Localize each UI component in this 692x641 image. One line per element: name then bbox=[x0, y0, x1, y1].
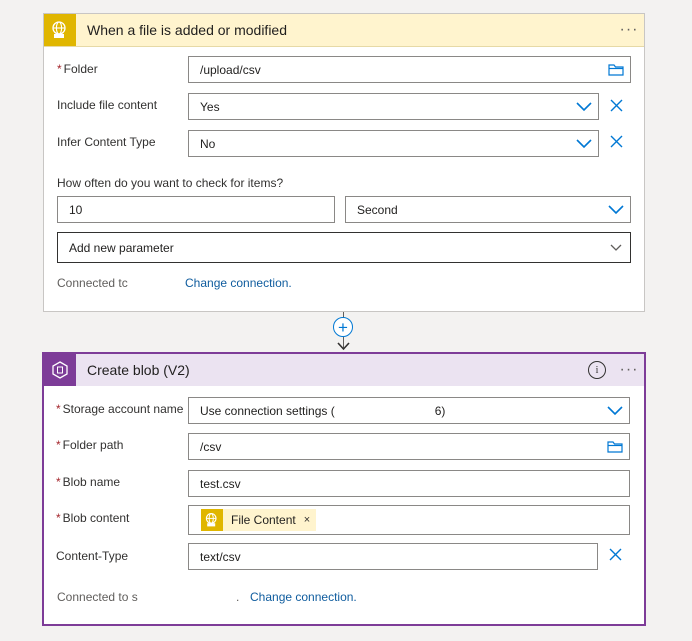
content-type-label: Content-Type bbox=[56, 549, 129, 563]
info-icon[interactable]: i bbox=[588, 361, 606, 379]
include-content-select[interactable]: Yes bbox=[188, 93, 599, 120]
chevron-down-icon bbox=[602, 204, 630, 215]
connected-label: Connected to s bbox=[57, 590, 138, 604]
change-connection-link[interactable]: Change connection. bbox=[185, 276, 292, 290]
blob-name-input[interactable]: test.csv bbox=[188, 470, 630, 497]
file-content-token[interactable]: File Content × bbox=[201, 509, 317, 531]
chevron-down-icon bbox=[602, 244, 630, 252]
include-content-label: Include file content bbox=[57, 98, 158, 112]
add-parameter-dropdown[interactable]: Add new parameter bbox=[57, 232, 631, 263]
close-icon[interactable] bbox=[607, 546, 623, 562]
trigger-card: When a file is added or modified ··· * Fo… bbox=[43, 13, 645, 312]
storage-account-label: * Storage account name bbox=[56, 402, 184, 416]
action-header[interactable]: Create blob (V2) i ··· bbox=[44, 354, 644, 386]
infer-type-label: Infer Content Type bbox=[57, 135, 156, 149]
folder-field[interactable]: /upload/csv bbox=[188, 56, 631, 83]
folder-path-label: * Folder path bbox=[56, 438, 124, 452]
blob-content-field[interactable]: File Content × bbox=[188, 505, 630, 535]
folder-icon[interactable] bbox=[601, 440, 629, 453]
check-frequency-question: How often do you want to check for items… bbox=[57, 176, 284, 190]
infer-type-select[interactable]: No bbox=[188, 130, 599, 157]
close-icon[interactable] bbox=[608, 97, 624, 113]
frequency-select[interactable]: Second bbox=[345, 196, 631, 223]
token-label: File Content bbox=[231, 513, 296, 527]
connection-name-fragment: . bbox=[236, 590, 240, 604]
interval-input[interactable]: 10 bbox=[57, 196, 335, 223]
add-step-button[interactable]: + bbox=[333, 317, 353, 337]
more-icon[interactable]: ··· bbox=[614, 361, 644, 379]
more-icon[interactable]: ··· bbox=[614, 21, 644, 39]
arrow-down-icon bbox=[337, 342, 350, 351]
close-icon[interactable] bbox=[608, 133, 624, 149]
chevron-down-icon bbox=[570, 138, 598, 149]
folder-label: * Folder bbox=[57, 62, 98, 76]
chevron-down-icon bbox=[601, 405, 629, 416]
storage-account-select[interactable]: Use connection settings ( 6) bbox=[188, 397, 630, 424]
chevron-down-icon bbox=[570, 101, 598, 112]
content-type-input[interactable]: text/csv bbox=[188, 543, 598, 570]
token-close-icon[interactable]: × bbox=[304, 514, 310, 526]
blob-name-label: * Blob name bbox=[56, 475, 121, 489]
folder-path-field[interactable]: /csv bbox=[188, 433, 630, 460]
trigger-header[interactable]: When a file is added or modified ··· bbox=[44, 14, 644, 47]
ftp-globe-icon bbox=[44, 14, 76, 46]
folder-icon[interactable] bbox=[602, 63, 630, 76]
blob-content-label: * Blob content bbox=[56, 511, 130, 525]
ftp-globe-icon bbox=[201, 509, 223, 531]
trigger-title: When a file is added or modified bbox=[87, 22, 287, 38]
storage-blob-icon bbox=[44, 354, 76, 386]
change-connection-link[interactable]: Change connection. bbox=[250, 590, 357, 604]
action-title: Create blob (V2) bbox=[87, 362, 190, 378]
connected-label: Connected tc bbox=[57, 276, 128, 290]
plus-icon: + bbox=[338, 317, 348, 337]
action-card: Create blob (V2) i ··· * Storage account … bbox=[42, 352, 646, 626]
